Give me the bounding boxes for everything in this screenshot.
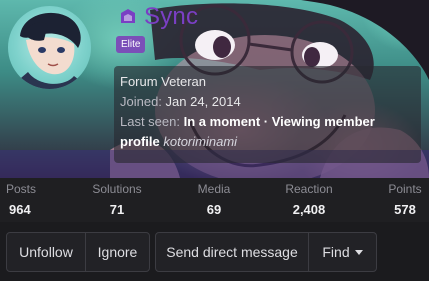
send-direct-message-button[interactable]: Send direct message (155, 232, 309, 272)
stat-value: 578 (394, 202, 416, 217)
find-label: Find (322, 244, 350, 260)
user-title: Forum Veteran (120, 74, 206, 89)
send-direct-message-label: Send direct message (166, 244, 298, 260)
profile-actions: Unfollow Ignore Send direct message Find (0, 226, 429, 281)
username-row: Sync (118, 3, 198, 31)
ignore-button[interactable]: Ignore (85, 232, 150, 272)
stat-media[interactable]: Media 69 (195, 182, 233, 217)
username[interactable]: Sync (144, 3, 198, 31)
stat-value: 964 (9, 202, 31, 217)
stats-bar: Posts 964 Solutions 71 Media 69 Reaction… (0, 178, 429, 222)
stat-posts[interactable]: Posts 964 (6, 182, 36, 217)
profile-info-panel: Forum Veteran Joined: Jan 24, 2014 Last … (114, 66, 421, 163)
chevron-down-icon (354, 249, 363, 255)
stat-value: 71 (109, 202, 125, 217)
joined-line: Joined: Jan 24, 2014 (120, 92, 415, 112)
stat-label: Reaction (285, 182, 333, 196)
joined-label: Joined: (120, 94, 162, 109)
stat-label: Media (197, 182, 231, 196)
last-seen-line: Last seen: In a moment · Viewing member … (120, 112, 415, 152)
ignore-label: Ignore (97, 244, 138, 260)
stat-label: Points (388, 182, 422, 196)
stat-label: Solutions (92, 182, 142, 196)
avatar-illustration (8, 12, 91, 89)
stat-points[interactable]: Points 578 (385, 182, 425, 217)
avatar[interactable] (8, 6, 91, 89)
last-seen-target[interactable]: kotoriminami (163, 134, 237, 149)
unfollow-label: Unfollow (19, 244, 73, 260)
sync-icon (121, 9, 135, 23)
stat-value: 2,408 (292, 202, 326, 217)
joined-date: Jan 24, 2014 (165, 94, 241, 109)
find-button[interactable]: Find (308, 232, 377, 272)
stat-value: 69 (206, 202, 222, 217)
stat-solutions[interactable]: Solutions 71 (90, 182, 144, 217)
last-seen-label: Last seen: (120, 114, 180, 129)
stat-label: Posts (6, 182, 37, 196)
stat-reaction[interactable]: Reaction 2,408 (283, 182, 335, 217)
unfollow-button[interactable]: Unfollow (6, 232, 86, 272)
user-badge: Elite (116, 36, 146, 53)
